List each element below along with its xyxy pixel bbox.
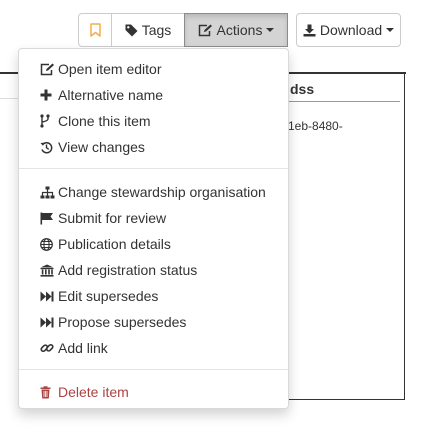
tags-button[interactable]: Tags <box>111 13 185 47</box>
menu-item-label: Open item editor <box>58 61 162 77</box>
menu-item-label: Submit for review <box>58 210 167 226</box>
menu-item-submit-for-review[interactable]: Submit for review <box>19 205 288 231</box>
actions-dropdown-button[interactable]: Actions <box>184 13 288 47</box>
menu-item-delete-item[interactable]: Delete item <box>19 379 288 405</box>
trash-icon <box>40 385 58 399</box>
menu-divider <box>19 168 288 169</box>
menu-item-label: Change stewardship organisation <box>58 184 266 200</box>
globe-icon <box>40 237 58 251</box>
menu-item-label: Edit supersedes <box>58 288 159 304</box>
edit-icon <box>40 63 58 76</box>
panel-title: dss <box>290 81 315 97</box>
flag-icon <box>40 212 58 225</box>
menu-item-alternative-name[interactable]: Alternative name <box>19 82 288 108</box>
menu-item-view-changes[interactable]: View changes <box>19 134 288 160</box>
panel-title-rule <box>288 101 400 102</box>
sitemap-icon <box>40 186 58 199</box>
menu-item-label: Clone this item <box>58 113 151 129</box>
caret-down-icon <box>266 28 275 32</box>
menu-item-label: Publication details <box>58 236 171 252</box>
menu-item-clone-this-item[interactable]: Clone this item <box>19 108 288 134</box>
actions-menu: Open item editor Alternative name Clone … <box>18 48 289 409</box>
menu-item-label: View changes <box>58 139 145 155</box>
download-button-label: Download <box>319 22 383 38</box>
institution-icon <box>40 264 58 277</box>
history-icon <box>40 141 58 154</box>
fast-forward-icon <box>40 291 58 302</box>
plus-icon <box>40 89 58 101</box>
menu-item-label: Alternative name <box>58 87 164 103</box>
menu-item-open-item-editor[interactable]: Open item editor <box>19 56 288 82</box>
menu-item-add-registration-status[interactable]: Add registration status <box>19 257 288 283</box>
item-detail-panel: dss 1eb-8480- <box>288 73 405 400</box>
menu-item-label: Delete item <box>58 384 129 400</box>
code-fork-icon <box>40 114 58 128</box>
menu-divider <box>19 369 288 370</box>
menu-item-label: Propose supersedes <box>58 314 187 330</box>
menu-item-add-link[interactable]: Add link <box>19 335 288 361</box>
link-icon <box>40 341 58 355</box>
menu-item-label: Add link <box>58 340 108 356</box>
download-dropdown-button[interactable]: Download <box>296 13 401 47</box>
menu-item-edit-supersedes[interactable]: Edit supersedes <box>19 283 288 309</box>
bookmark-button[interactable] <box>78 13 112 47</box>
download-icon <box>303 24 316 37</box>
fast-forward-icon <box>40 317 58 328</box>
tag-icon <box>125 24 138 37</box>
bookmark-icon <box>89 23 101 37</box>
panel-identifier: 1eb-8480- <box>288 119 343 133</box>
page-canvas: dss 1eb-8480- Tags Actions Download Open… <box>0 0 421 428</box>
menu-item-change-stewardship-organisation[interactable]: Change stewardship organisation <box>19 179 288 205</box>
menu-item-publication-details[interactable]: Publication details <box>19 231 288 257</box>
menu-item-label: Add registration status <box>58 262 198 278</box>
item-toolbar: Tags Actions Download <box>78 13 401 47</box>
tags-button-label: Tags <box>141 22 172 38</box>
actions-button-label: Actions <box>216 22 263 38</box>
edit-icon <box>198 24 213 37</box>
menu-item-propose-supersedes[interactable]: Propose supersedes <box>19 309 288 335</box>
caret-down-icon <box>386 28 395 32</box>
